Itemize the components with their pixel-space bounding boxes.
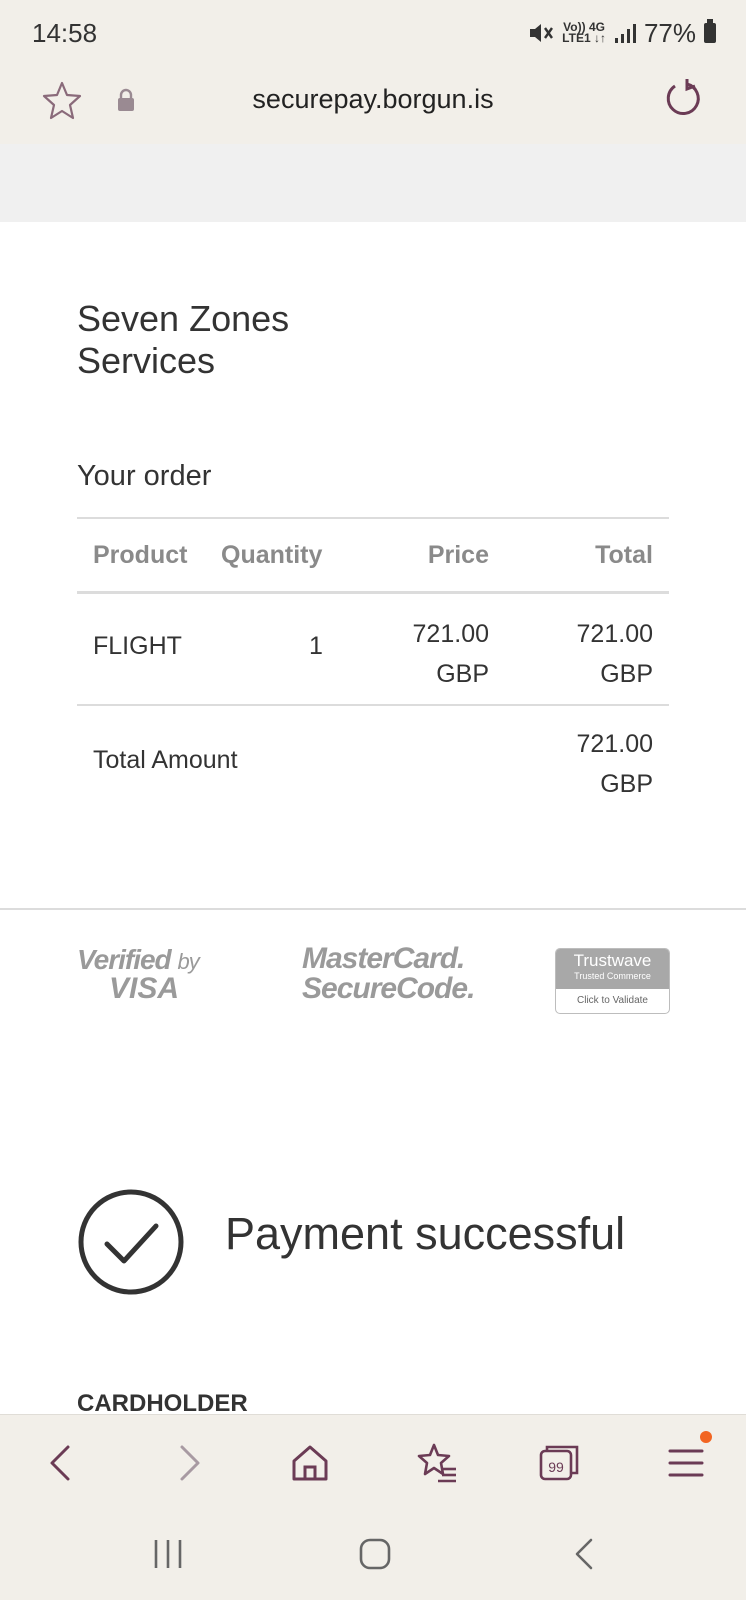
table-total-row: Total Amount 721.00 GBP (77, 706, 669, 816)
battery-icon (704, 19, 716, 43)
header-price: Price (427, 541, 489, 569)
header-total: Total (595, 541, 653, 569)
row-quantity: 1 (309, 632, 323, 660)
status-bar: 14:58 Vo)) 4G LTE1 ↓↑ 77% (0, 0, 746, 62)
mastercard-securecode-logo: MasterCard. SecureCode. (302, 942, 475, 1005)
status-icons: Vo)) 4G LTE1 ↓↑ 77% (528, 16, 716, 50)
row-product: FLIGHT (93, 632, 182, 660)
section-divider (0, 908, 746, 910)
trustwave-sub: Trusted Commerce (574, 971, 651, 981)
browser-toolbar: 99 (0, 1414, 746, 1511)
total-amount-value: 721.00 GBP (576, 730, 653, 798)
signal-icon (614, 24, 636, 43)
order-table: Product Quantity Price Total FLIGHT 1 72… (77, 517, 669, 816)
table-row: FLIGHT 1 721.00 GBP 721.00 GBP (77, 594, 669, 706)
forward-icon[interactable] (166, 1441, 210, 1485)
menu-notification-dot (700, 1431, 712, 1443)
merchant-name: Seven Zones Services (77, 298, 290, 381)
url-text[interactable]: securepay.borgun.is (0, 84, 746, 115)
header-quantity: Quantity (221, 541, 323, 569)
mute-icon (530, 24, 554, 42)
bookmarks-icon[interactable] (414, 1441, 458, 1485)
success-check-icon (78, 1189, 184, 1295)
network-type: Vo)) 4G LTE1 ↓↑ (562, 20, 606, 45)
battery-percent: 77% (643, 17, 696, 48)
table-header: Product Quantity Price Total (77, 517, 669, 594)
row-price: 721.00 GBP (412, 620, 489, 688)
order-title: Your order (77, 460, 212, 492)
page-header-band (0, 144, 746, 222)
trustwave-validate-link[interactable]: Click to Validate (556, 989, 669, 1006)
total-amount-label: Total Amount (93, 746, 238, 774)
trustwave-seal[interactable]: Trustwave Trusted Commerce Click to Vali… (555, 948, 670, 1014)
payment-success-message: Payment successful (225, 1208, 626, 1259)
verified-by-visa-logo: Verified by VISA (77, 944, 200, 1005)
tabs-icon: 99 (539, 1445, 579, 1481)
status-time: 14:58 (32, 18, 98, 48)
menu-icon[interactable] (664, 1441, 708, 1485)
header-product: Product (93, 541, 188, 569)
home-icon[interactable] (288, 1441, 332, 1485)
system-nav-bar (0, 1510, 746, 1600)
browser-url-bar: securepay.borgun.is (0, 62, 746, 145)
system-back-icon[interactable] (565, 1534, 605, 1574)
trustwave-name: Trustwave (573, 951, 652, 970)
row-total: 721.00 GBP (576, 620, 653, 688)
recent-apps-icon[interactable] (148, 1534, 188, 1574)
home-button-icon[interactable] (355, 1534, 395, 1574)
tabs-button[interactable]: 99 (538, 1441, 582, 1485)
tabs-count: 99 (548, 1459, 564, 1475)
back-icon[interactable] (40, 1441, 84, 1485)
reload-icon[interactable] (662, 78, 704, 120)
